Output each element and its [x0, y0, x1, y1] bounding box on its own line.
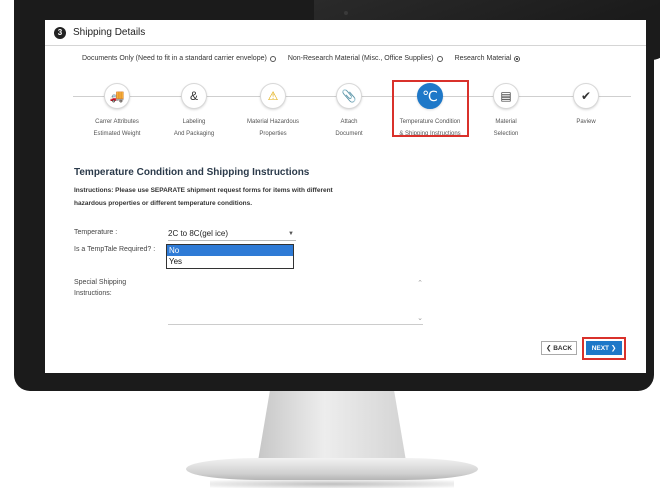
webcam-dot [344, 11, 348, 15]
listbox-option-no[interactable]: No [167, 245, 293, 256]
radio-label-research: Research Material [454, 55, 512, 62]
active-step-highlight-box [392, 80, 469, 137]
radio-button-non-research[interactable] [436, 55, 443, 62]
section-header-title: Shipping Details [73, 27, 146, 38]
section-header: 3 Shipping Details [45, 20, 646, 46]
monitor-bezel: 3 Shipping Details Documents Only (Need … [14, 0, 660, 391]
temptale-label: Is a TempTale Required? : [74, 246, 156, 253]
scroll-up-icon[interactable]: ⌃ [417, 279, 423, 287]
step-label-line1: Paview [576, 119, 596, 125]
chevron-left-icon: ❮ [545, 345, 554, 352]
truck-icon: 🚚 [104, 83, 130, 109]
step-label-line2: Selection [493, 131, 519, 137]
shipment-type-radio-group: Documents Only (Need to fit in a standar… [82, 55, 521, 62]
radio-option-non-research[interactable]: Non-Research Material (Misc., Office Sup… [288, 55, 443, 62]
temperature-select-value: 2C to 8C(gel ice) [168, 229, 229, 238]
step-material-selection[interactable]: ▤ Material Selection [461, 83, 551, 140]
instructions-line1: Instructions: Please use SEPARATE shipme… [74, 187, 333, 194]
step-label: Paview [541, 116, 631, 128]
special-instructions-label: Special Shipping Instructions: [74, 277, 126, 299]
special-instructions-textarea[interactable]: ⌃ ⌄ [168, 273, 423, 325]
paperclip-icon: 📎 [336, 83, 362, 109]
monitor-base-shadow [210, 480, 454, 488]
temptale-listbox[interactable]: No Yes [166, 244, 294, 269]
next-button-highlight-box [582, 337, 626, 360]
radio-button-documents[interactable] [269, 55, 276, 62]
radio-label-documents: Documents Only (Need to fit in a standar… [82, 55, 267, 62]
step-label: Attach Document [304, 116, 394, 140]
listbox-option-yes[interactable]: Yes [167, 256, 293, 267]
temperature-label: Temperature : [74, 229, 118, 236]
step-label-line1: Labeling [182, 119, 206, 125]
radio-option-documents[interactable]: Documents Only (Need to fit in a standar… [82, 55, 276, 62]
chevron-down-icon: ▼ [288, 230, 294, 237]
monitor-stand-neck [258, 391, 406, 461]
step-label-line2: Document [335, 131, 363, 137]
checkmark-icon: ✔ [573, 83, 599, 109]
step-label-line2: And Packaging [173, 131, 215, 137]
back-button[interactable]: ❮ BACK [541, 341, 577, 355]
monitor-stand-base [186, 458, 478, 480]
step-label: Labeling And Packaging [149, 116, 239, 140]
back-button-label: BACK [553, 344, 573, 352]
step-label-line1: Attach [340, 119, 358, 125]
step-attach-document[interactable]: 📎 Attach Document [304, 83, 394, 140]
labeling-icon: & [181, 83, 207, 109]
section-title: Temperature Condition and Shipping Instr… [74, 167, 310, 178]
scroll-down-icon[interactable]: ⌄ [417, 314, 423, 322]
step-number-badge: 3 [54, 26, 66, 39]
radio-option-research[interactable]: Research Material [455, 55, 521, 62]
screen: 3 Shipping Details Documents Only (Need … [45, 20, 646, 373]
step-review[interactable]: ✔ Paview [541, 83, 631, 128]
special-instructions-label-line2: Instructions: [74, 290, 112, 297]
step-label-line1: Material [495, 119, 517, 125]
list-icon: ▤ [493, 83, 519, 109]
radio-label-non-research: Non-Research Material (Misc., Office Sup… [287, 55, 434, 62]
instructions-line2: hazardous properties or different temper… [74, 200, 253, 207]
step-labeling[interactable]: & Labeling And Packaging [149, 83, 239, 140]
radio-button-research[interactable] [514, 55, 521, 62]
step-label: Material Selection [461, 116, 551, 140]
warning-icon: ⚠ [260, 83, 286, 109]
temperature-select[interactable]: 2C to 8C(gel ice) ▼ [168, 227, 296, 241]
special-instructions-label-line1: Special Shipping [74, 279, 127, 286]
instructions-text: Instructions: Please use SEPARATE shipme… [74, 184, 374, 210]
